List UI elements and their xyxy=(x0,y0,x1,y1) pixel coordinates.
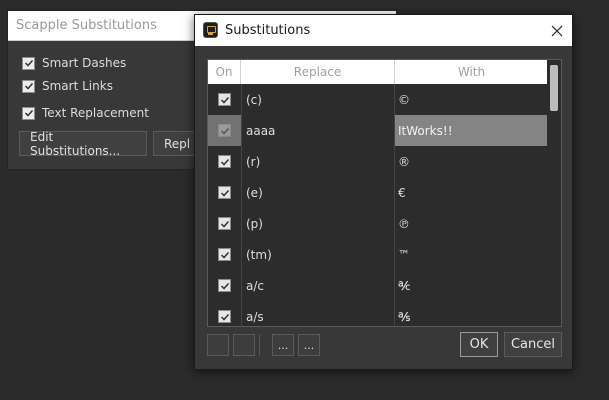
smart-dashes-option[interactable]: Smart Dashes xyxy=(22,55,126,71)
close-icon xyxy=(551,25,563,36)
smart-dashes-checkbox[interactable] xyxy=(22,56,35,70)
table-row[interactable]: (r) ® xyxy=(208,146,548,177)
replace-cell[interactable]: a/s xyxy=(241,301,395,326)
more-options-button-1[interactable]: ... xyxy=(272,334,294,356)
table-row[interactable]: a/c ℀ xyxy=(208,270,548,301)
text-replacement-label: Text Replacement xyxy=(42,106,149,120)
scrollbar-thumb[interactable] xyxy=(550,65,558,111)
check-icon xyxy=(220,127,229,135)
table-header: On Replace With xyxy=(208,60,548,84)
row-enabled-checkbox[interactable] xyxy=(218,93,231,106)
with-cell[interactable]: ℀ xyxy=(395,270,548,301)
smart-dashes-label: Smart Dashes xyxy=(42,56,127,70)
row-enabled-checkbox[interactable] xyxy=(218,186,231,199)
smart-links-checkbox[interactable] xyxy=(22,79,35,93)
substitutions-table: On Replace With (c) © aaaa ItWorks!! (r)… xyxy=(207,59,562,327)
check-icon xyxy=(220,189,229,197)
table-row[interactable]: (p) ℗ xyxy=(208,208,548,239)
check-icon xyxy=(220,158,229,166)
table-row[interactable]: (e) € xyxy=(208,177,548,208)
column-header-replace[interactable]: Replace xyxy=(241,60,395,84)
check-icon xyxy=(24,82,33,90)
check-icon xyxy=(220,220,229,228)
check-icon xyxy=(24,59,33,67)
check-icon xyxy=(24,109,33,117)
check-icon xyxy=(220,313,229,321)
column-header-with[interactable]: With xyxy=(395,60,548,84)
with-cell[interactable]: © xyxy=(395,84,548,115)
replace-cell[interactable]: a/c xyxy=(241,270,395,301)
with-cell[interactable]: ℗ xyxy=(395,208,548,239)
cancel-button[interactable]: Cancel xyxy=(504,332,562,357)
close-button[interactable] xyxy=(542,15,572,46)
with-cell[interactable]: ® xyxy=(395,146,548,177)
vertical-scrollbar[interactable] xyxy=(547,60,561,326)
table-row[interactable]: (tm) ™ xyxy=(208,239,548,270)
row-enabled-checkbox[interactable] xyxy=(218,217,231,230)
replace-cell[interactable]: (c) xyxy=(241,84,395,115)
check-icon xyxy=(220,282,229,290)
with-cell[interactable]: ™ xyxy=(395,239,548,270)
table-row-selected[interactable]: aaaa ItWorks!! xyxy=(208,115,548,146)
text-replacement-option[interactable]: Text Replacement xyxy=(22,105,149,121)
smart-links-label: Smart Links xyxy=(42,79,113,93)
column-header-on[interactable]: On xyxy=(208,60,241,84)
add-substitution-button[interactable] xyxy=(207,334,229,356)
toolbar-separator xyxy=(259,334,260,356)
replace-cell[interactable]: (e) xyxy=(241,177,395,208)
app-icon xyxy=(203,22,218,38)
row-enabled-checkbox[interactable] xyxy=(218,310,231,323)
row-enabled-checkbox[interactable] xyxy=(218,124,231,137)
dialog-titlebar: Substitutions xyxy=(195,15,572,46)
check-icon xyxy=(220,251,229,259)
row-enabled-checkbox[interactable] xyxy=(218,248,231,261)
replace-cell[interactable]: (tm) xyxy=(241,239,395,270)
edit-substitutions-button[interactable]: Edit Substitutions... xyxy=(19,130,147,158)
ok-button[interactable]: OK xyxy=(460,332,498,357)
table-row[interactable]: (c) © xyxy=(208,84,548,115)
replace-cell[interactable]: (p) xyxy=(241,208,395,239)
with-cell[interactable]: ItWorks!! xyxy=(395,115,548,146)
remove-substitution-button[interactable] xyxy=(233,334,255,356)
replace-cell[interactable]: (r) xyxy=(241,146,395,177)
dialog-title: Substitutions xyxy=(225,23,311,38)
text-replacement-checkbox[interactable] xyxy=(22,106,35,120)
replace-cell[interactable]: aaaa xyxy=(241,115,395,146)
with-cell[interactable]: € xyxy=(395,177,548,208)
row-enabled-checkbox[interactable] xyxy=(218,279,231,292)
with-cell[interactable]: ℁ xyxy=(395,301,548,326)
row-enabled-checkbox[interactable] xyxy=(218,155,231,168)
smart-links-option[interactable]: Smart Links xyxy=(22,78,113,94)
check-icon xyxy=(220,96,229,104)
more-options-button-2[interactable]: ... xyxy=(298,334,320,356)
substitutions-dialog: Substitutions On Replace With (c) © aaaa… xyxy=(194,14,573,370)
table-row[interactable]: a/s ℁ xyxy=(208,301,548,326)
